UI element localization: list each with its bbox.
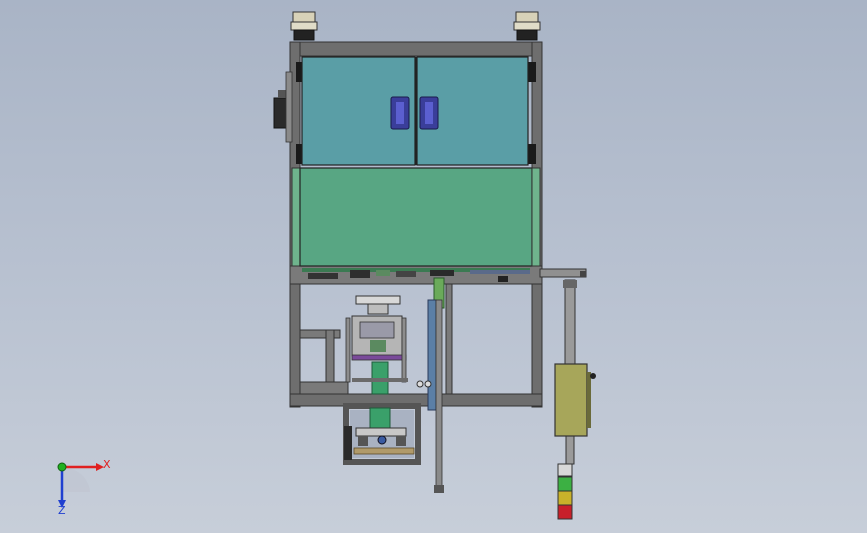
cad-viewport[interactable]: X Z [0, 0, 867, 533]
upper-cabinet [301, 56, 529, 166]
tower-arm [539, 268, 587, 278]
door-handle-right[interactable] [419, 96, 439, 130]
top-right-caster [513, 11, 541, 41]
door-handle-left[interactable] [390, 96, 410, 130]
signal-lights [557, 463, 573, 520]
green-panel [291, 167, 541, 267]
side-motor [273, 71, 293, 143]
z-axis-label: Z [58, 504, 66, 517]
y-axis-dot-icon [57, 462, 67, 472]
base-module [343, 403, 421, 465]
top-left-caster [290, 11, 318, 41]
vertical-guide [416, 277, 445, 493]
control-box[interactable] [554, 363, 596, 437]
coordinate-triad: X Z [57, 458, 111, 517]
x-axis-label: X [103, 458, 111, 471]
press-mechanism [345, 295, 408, 395]
